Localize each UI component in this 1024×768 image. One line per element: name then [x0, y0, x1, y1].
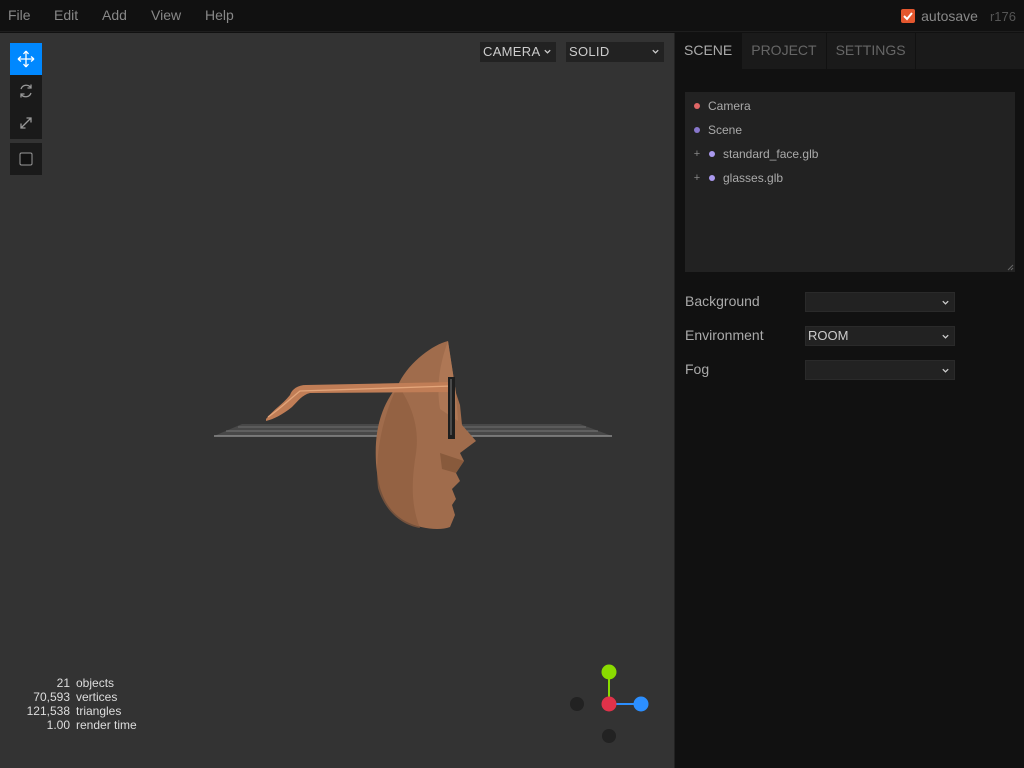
outliner-item-label: Scene: [708, 123, 743, 137]
fog-select[interactable]: [805, 360, 955, 380]
environment-value: ROOM: [808, 328, 849, 343]
rotate-tool[interactable]: [10, 75, 42, 107]
scene-canvas[interactable]: [0, 33, 674, 768]
axis-y-handle[interactable]: [601, 664, 617, 680]
outliner-item-label: glasses.glb: [723, 171, 784, 185]
tab-settings[interactable]: SETTINGS: [827, 33, 916, 69]
scale-icon: [20, 117, 32, 129]
transform-toolbar: [10, 43, 42, 175]
chevron-down-icon: [942, 300, 949, 305]
shading-select-value: SOLID: [569, 44, 610, 59]
environment-select[interactable]: ROOM: [805, 326, 955, 346]
view-helper[interactable]: [570, 664, 649, 744]
stat-vertices: 70,593 vertices: [33, 690, 118, 704]
outliner-item-label: standard_face.glb: [723, 147, 819, 161]
stat-triangles: 121,538 triangles: [26, 704, 122, 718]
chevron-down-icon: [544, 49, 551, 54]
stat-objects: 21 objects: [56, 676, 115, 690]
checkmark-icon: [903, 12, 913, 21]
shading-select[interactable]: SOLID: [566, 42, 664, 62]
fog-label: Fog: [685, 361, 710, 377]
menu-edit[interactable]: Edit: [54, 0, 78, 32]
sidebar-tabs: SCENE PROJECT SETTINGS: [675, 33, 1024, 69]
axis-x-handle[interactable]: [601, 696, 617, 712]
chevron-down-icon: [652, 49, 659, 54]
tab-project[interactable]: PROJECT: [742, 33, 827, 69]
scene-stats: 21 objects 70,593 vertices 121,538 trian…: [0, 676, 137, 732]
outliner-item-label: Camera: [708, 99, 751, 113]
outliner-item-camera[interactable]: Camera: [685, 94, 1015, 118]
scene-dot-icon: [694, 127, 700, 133]
local-space-toggle[interactable]: [10, 143, 42, 175]
camera-dot-icon: [694, 103, 700, 109]
expand-icon[interactable]: +: [691, 172, 703, 184]
camera-select[interactable]: CAMERA: [480, 42, 556, 62]
stat-render-time: 1.00 render time: [46, 718, 137, 732]
expand-icon[interactable]: +: [691, 148, 703, 160]
menu-add[interactable]: Add: [102, 0, 127, 32]
fog-row: Fog: [685, 360, 1005, 382]
viewport[interactable]: CAMERA SOLID 21 objects 70,593 vertices …: [0, 33, 674, 768]
axis-neg-z-handle[interactable]: [570, 697, 584, 711]
outliner-item-standard-face[interactable]: + standard_face.glb: [685, 142, 1015, 166]
outliner-item-glasses[interactable]: + glasses.glb: [685, 166, 1015, 190]
menu-file[interactable]: File: [8, 0, 31, 32]
scene-outliner[interactable]: Camera Scene + standard_face.glb + glass…: [685, 92, 1015, 272]
background-select[interactable]: [805, 292, 955, 312]
axis-z-handle[interactable]: [633, 696, 649, 712]
mesh-dot-icon: [709, 151, 715, 157]
square-icon: [19, 152, 33, 166]
menu-help[interactable]: Help: [205, 0, 234, 32]
axis-neg-y-handle[interactable]: [602, 729, 616, 743]
outliner-item-scene[interactable]: Scene: [685, 118, 1015, 142]
sidebar: SCENE PROJECT SETTINGS Camera Scene + st…: [674, 33, 1024, 768]
autosave-checkbox[interactable]: [901, 9, 916, 23]
camera-select-value: CAMERA: [483, 44, 541, 59]
chevron-down-icon: [942, 334, 949, 339]
chevron-down-icon: [942, 368, 949, 373]
menubar: File Edit Add View Help autosave r176: [0, 0, 1024, 32]
background-row: Background: [685, 292, 1005, 314]
tab-scene[interactable]: SCENE: [675, 33, 743, 69]
scale-tool[interactable]: [10, 107, 42, 139]
environment-row: Environment ROOM: [685, 326, 1005, 348]
face-model: [375, 341, 476, 529]
rotate-icon: [20, 84, 32, 98]
background-label: Background: [685, 293, 760, 309]
menu-view[interactable]: View: [151, 0, 181, 32]
autosave-label: autosave: [921, 8, 978, 24]
translate-tool[interactable]: [10, 43, 42, 75]
environment-label: Environment: [685, 327, 764, 343]
resize-handle-icon[interactable]: [1007, 264, 1014, 271]
move-icon: [17, 50, 35, 68]
mesh-dot-icon: [709, 175, 715, 181]
autosave-control: autosave r176: [901, 0, 1024, 32]
version-label: r176: [989, 8, 1016, 24]
